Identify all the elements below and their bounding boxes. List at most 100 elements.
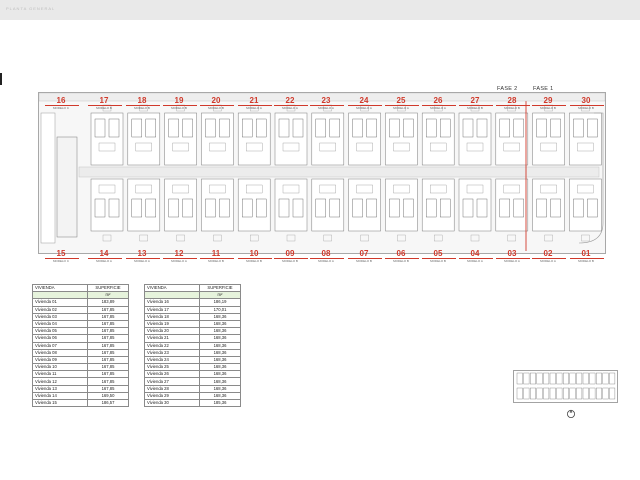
house-bottom	[127, 178, 161, 232]
house-top	[385, 112, 418, 166]
unit-model: MODELO B	[578, 106, 594, 110]
col-superficie: SUPERFICIE	[199, 283, 241, 293]
unit-divider-line	[200, 258, 234, 259]
unit-model: MODELO B	[578, 259, 594, 263]
vivienda-name: Vivienda 11	[32, 370, 88, 379]
unit-number: 26	[433, 96, 443, 105]
parking	[581, 234, 590, 242]
table-row: Vivienda 22 168,36	[144, 341, 241, 350]
table-row: Vivienda 23 168,36	[144, 348, 241, 357]
unit-divider-line	[126, 105, 160, 106]
table-row: Vivienda 18 168,36	[144, 312, 241, 321]
vivienda-area: 186,19	[199, 298, 241, 307]
house-top	[458, 112, 492, 166]
vivienda-area: 170,01	[199, 305, 241, 314]
parking	[213, 234, 222, 242]
surface-table-right: VIVIENDA SUPERFICIE m² Vivienda 16 186,19 V…	[144, 283, 241, 408]
unit-divider-line	[126, 258, 160, 259]
site-plan	[38, 92, 606, 254]
table-row: Vivienda 29 168,36	[144, 391, 241, 401]
table-row: Vivienda 24 168,36	[144, 355, 241, 365]
table-row: Vivienda 02 167,85	[32, 305, 129, 314]
unit-model: MODELO A	[171, 259, 187, 263]
unit-model: MODELO A	[246, 106, 262, 110]
vivienda-area: 168,36	[199, 355, 241, 365]
vivienda-area: 167,85	[87, 363, 129, 372]
vivienda-area: 168,36	[199, 348, 241, 357]
table-row: Vivienda 20 168,36	[144, 327, 241, 336]
unit-model: MODELO B	[504, 106, 520, 110]
vivienda-area: 168,36	[199, 370, 241, 379]
vivienda-name: Vivienda 27	[144, 377, 200, 386]
unit-number: 28	[507, 96, 517, 105]
parking	[102, 234, 112, 242]
vivienda-name: Vivienda 23	[144, 348, 200, 357]
parking	[507, 234, 516, 242]
table-row: Vivienda 16 186,19	[144, 298, 241, 307]
col-superficie: SUPERFICIE	[87, 283, 129, 293]
unit-model: MODELO A	[96, 259, 112, 263]
house-top	[164, 112, 197, 166]
house-bottom	[458, 178, 492, 232]
unit-divider-line	[532, 105, 566, 106]
vivienda-area: 167,85	[87, 305, 129, 314]
house-block-16	[56, 136, 78, 238]
unit-model: MODELO B	[134, 106, 150, 110]
table-row: Vivienda 06 167,85	[32, 334, 129, 343]
house-bottom	[311, 178, 345, 232]
vivienda-area: 167,85	[87, 384, 129, 393]
unit-model: MODELO A	[540, 259, 556, 263]
house-top	[348, 112, 381, 166]
parking	[470, 234, 480, 242]
unit-model: MODELO B	[171, 106, 187, 110]
vivienda-area: 168,36	[199, 319, 241, 329]
parking	[544, 234, 553, 242]
vivienda-area: 168,36	[199, 384, 241, 393]
vivienda-name: Vivienda 26	[144, 370, 200, 379]
vivienda-name: Vivienda 29	[144, 391, 200, 401]
house-top	[495, 112, 529, 166]
vivienda-name: Vivienda 08	[32, 348, 88, 357]
unit-number: 25	[396, 96, 406, 105]
vivienda-name: Vivienda 30	[144, 398, 200, 408]
vivienda-name: Vivienda 13	[32, 384, 88, 393]
house-bottom	[495, 178, 529, 232]
table-row: Vivienda 13 167,85	[32, 384, 129, 393]
house-bottom	[421, 178, 455, 232]
house-top	[532, 112, 565, 166]
vivienda-name: Vivienda 17	[144, 305, 200, 314]
house-bottom	[274, 178, 308, 232]
unit-divider-line	[238, 258, 272, 259]
unit-model: MODELO C	[52, 259, 69, 263]
central-road	[78, 166, 600, 178]
unit-model: MODELO B	[393, 259, 409, 263]
vivienda-name: Vivienda 12	[32, 377, 88, 386]
vivienda-area: 167,85	[87, 312, 129, 321]
vivienda-name: Vivienda 05	[32, 327, 88, 336]
vivienda-name: Vivienda 01	[32, 298, 88, 307]
vivienda-area: 167,85	[87, 377, 129, 386]
unit-number: 17	[99, 96, 109, 105]
unit-number: 02	[543, 249, 553, 258]
vivienda-area: 185,36	[199, 398, 241, 408]
unit-number: 07	[359, 249, 369, 258]
vivienda-area: 168,36	[199, 363, 241, 372]
table-row: Vivienda 09 167,85	[32, 355, 129, 365]
table-row: Vivienda 05 167,85	[32, 327, 129, 336]
table-row: Vivienda 15 186,57	[32, 398, 129, 408]
parking	[397, 234, 406, 242]
house-top	[201, 112, 234, 166]
house-top	[237, 112, 271, 166]
unit-model: MODELO B	[246, 259, 262, 263]
vivienda-name: Vivienda 20	[144, 327, 200, 336]
unit-number: 30	[581, 96, 591, 105]
unit-divider-line	[88, 258, 122, 259]
vivienda-area: 186,57	[87, 398, 129, 408]
house-top	[274, 112, 308, 166]
house-top	[127, 112, 161, 166]
unit-divider-line	[496, 258, 530, 259]
unit-number: 16	[56, 96, 66, 105]
unit-divider-line	[310, 258, 344, 259]
parking	[286, 234, 296, 242]
unit-model: MODELO B	[208, 106, 224, 110]
